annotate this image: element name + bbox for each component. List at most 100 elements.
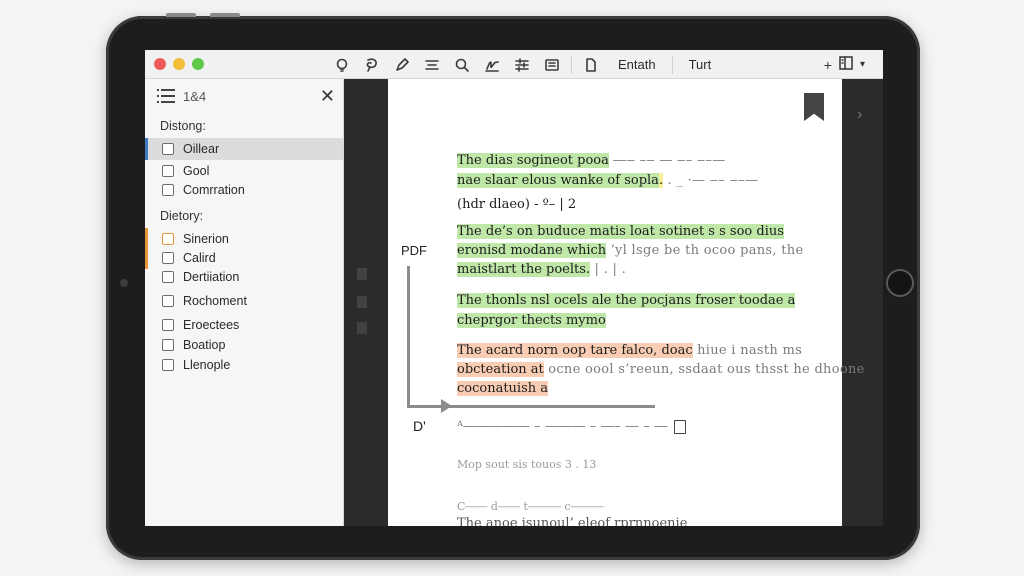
flow-arrow bbox=[441, 399, 452, 413]
sidebar: 1&4 ✕ Distong: Oillear Gool Comrration D… bbox=[145, 79, 344, 526]
close-icon[interactable]: ✕ bbox=[320, 87, 335, 105]
toolbar-divider bbox=[571, 55, 572, 74]
book-icon[interactable] bbox=[673, 419, 686, 434]
annotated-line[interactable]: eronisd modane which ‘yl lsge be th ocoo… bbox=[457, 243, 803, 258]
line-text: ‘yl lsge be th ocoo pans, the bbox=[606, 243, 804, 258]
annotated-line[interactable]: coconatuish a bbox=[457, 381, 549, 396]
lightbulb-icon[interactable] bbox=[331, 54, 353, 76]
highlight-green[interactable]: The de’s on buduce matis loat sotinet s … bbox=[457, 224, 784, 239]
toolbar: Entath Turt + ▾ bbox=[145, 50, 883, 79]
tool-group: Entath Turt bbox=[331, 50, 719, 79]
plus-icon[interactable]: + bbox=[824, 57, 832, 73]
checkbox[interactable] bbox=[162, 252, 174, 264]
annotated-line[interactable]: The acard norn oop tare falco, doac hiue… bbox=[457, 343, 802, 358]
sidebar-item-label: Comrration bbox=[183, 183, 245, 197]
annotated-line[interactable]: The de’s on buduce matis loat sotinet s … bbox=[457, 224, 784, 239]
highlight-green[interactable]: The thonls nsl ocels ale the pocjans fro… bbox=[457, 293, 796, 308]
zoom-window-button[interactable] bbox=[192, 58, 204, 70]
line-text: ocne oool s’reeun, ssdaat ous thsst he d… bbox=[543, 362, 865, 377]
checkbox[interactable] bbox=[162, 359, 174, 371]
formula-text: ᴬ――――― – ――― – ―– ― – ― bbox=[457, 419, 668, 434]
list-icon[interactable] bbox=[157, 89, 175, 103]
checkbox[interactable] bbox=[162, 165, 174, 177]
sidebar-item[interactable]: Oillear bbox=[145, 138, 343, 160]
sidebar-item-label: Gool bbox=[183, 164, 210, 178]
highlight-green[interactable]: nae slaar elous wanke of sopla bbox=[457, 173, 659, 188]
toolbar-right: + ▾ bbox=[824, 50, 865, 79]
sidebar-item-label: Llenople bbox=[183, 358, 231, 372]
checkbox[interactable] bbox=[162, 295, 174, 307]
sidebar-header: 1&4 ✕ bbox=[157, 87, 335, 105]
highlight-green[interactable]: eronisd modane which bbox=[457, 243, 607, 258]
line-text: . _ ·— ‒– ‒–— bbox=[663, 173, 759, 188]
toolbar-text-right[interactable]: Turt bbox=[681, 57, 720, 72]
annotated-line[interactable]: maistlart the poelts. | . | . bbox=[457, 262, 626, 277]
sidebar-item[interactable]: Rochoment bbox=[145, 290, 343, 312]
annotated-line[interactable]: The thonls nsl ocels ale the pocjans fro… bbox=[457, 293, 796, 308]
pen-icon[interactable] bbox=[391, 54, 413, 76]
close-window-button[interactable] bbox=[154, 58, 166, 70]
sidebar-item[interactable]: Eroectees bbox=[145, 314, 343, 336]
sidebar-item-label: Sinerion bbox=[183, 232, 229, 246]
signature-icon[interactable] bbox=[481, 54, 503, 76]
power-button bbox=[210, 13, 240, 17]
sidebar-item[interactable]: Comrration bbox=[145, 179, 343, 201]
sidebar-item-label: Dertiiation bbox=[183, 270, 240, 284]
flow-connector bbox=[407, 266, 410, 408]
toolbar-text-left[interactable]: Entath bbox=[610, 57, 664, 72]
chevron-down-icon[interactable]: ▾ bbox=[860, 59, 865, 70]
highlight-green[interactable]: The dias sogineot pooa bbox=[457, 153, 609, 168]
checkbox[interactable] bbox=[162, 339, 174, 351]
sidebar-item[interactable]: Boatiop bbox=[145, 334, 343, 356]
sidebar-section-title: Dietory: bbox=[160, 209, 204, 223]
annotated-line[interactable]: cheprgor thects mymo bbox=[457, 313, 606, 328]
annotated-line[interactable]: The dias sogineot pooa ―‒ –‒ — ‒– ‒–— bbox=[457, 153, 726, 168]
sidebar-count: 1&4 bbox=[183, 88, 207, 104]
document-icon[interactable] bbox=[580, 54, 602, 76]
lasso-icon[interactable] bbox=[361, 54, 383, 76]
annotated-line[interactable]: nae slaar elous wanke of sopla. . _ ·— ‒… bbox=[457, 173, 758, 188]
volume-button bbox=[166, 13, 196, 17]
page-thumb-marker[interactable] bbox=[357, 268, 367, 280]
line-text: | . | . bbox=[590, 262, 627, 277]
plain-line: Mop sout sis touos 3 . 13 bbox=[457, 458, 597, 471]
front-camera bbox=[120, 279, 128, 287]
highlight-green[interactable]: cheprgor thects mymo bbox=[457, 313, 606, 328]
checkbox[interactable] bbox=[162, 271, 174, 283]
highlight-green[interactable]: maistlart the poelts. bbox=[457, 262, 591, 277]
home-button[interactable] bbox=[886, 269, 914, 297]
app-window: Entath Turt + ▾ 1&4 ✕ Distong: Oillear G… bbox=[145, 50, 883, 526]
formula-line: ᴬ――――― – ――― – ―– ― – ― bbox=[457, 419, 686, 434]
sidebar-item[interactable]: Dertiiation bbox=[145, 266, 343, 288]
annotated-line[interactable]: obcteation at ocne oool s’reeun, ssdaat … bbox=[457, 362, 865, 377]
plain-line: C―― d―― t――― c――― bbox=[457, 500, 604, 513]
highlight-orange[interactable]: The acard norn oop tare falco, doac bbox=[457, 343, 693, 358]
window-controls bbox=[154, 58, 204, 70]
checkbox[interactable] bbox=[162, 143, 174, 155]
page-thumb-marker[interactable] bbox=[357, 322, 367, 334]
form-icon[interactable] bbox=[541, 54, 563, 76]
chevron-right-icon[interactable]: › bbox=[857, 106, 862, 124]
line-text: hiue i nasth ms bbox=[692, 343, 803, 358]
checkbox[interactable] bbox=[162, 233, 174, 245]
search-icon[interactable] bbox=[451, 54, 473, 76]
sidebar-item[interactable]: Llenople bbox=[145, 354, 343, 376]
sidebar-item-label: Eroectees bbox=[183, 318, 240, 332]
plain-line: The anoe isunoul’ eleof rprnnoenie bbox=[457, 516, 688, 526]
minimize-window-button[interactable] bbox=[173, 58, 185, 70]
highlight-orange[interactable]: obcteation at bbox=[457, 362, 544, 377]
text-lines-icon[interactable] bbox=[421, 54, 443, 76]
bookmark-icon[interactable] bbox=[804, 93, 824, 121]
highlight-orange[interactable]: coconatuish a bbox=[457, 381, 549, 396]
sidebar-item-label: Oillear bbox=[183, 142, 220, 156]
sidebar-icon[interactable] bbox=[838, 55, 854, 74]
sidebar-item-label: Boatiop bbox=[183, 338, 226, 352]
diagram-label: D' bbox=[413, 418, 426, 434]
page-thumb-marker[interactable] bbox=[357, 296, 367, 308]
checkbox[interactable] bbox=[162, 319, 174, 331]
sidebar-item-label: Rochoment bbox=[183, 294, 247, 308]
selection-accent bbox=[145, 138, 148, 160]
adjust-icon[interactable] bbox=[511, 54, 533, 76]
sidebar-section-title: Distong: bbox=[160, 119, 206, 133]
checkbox[interactable] bbox=[162, 184, 174, 196]
